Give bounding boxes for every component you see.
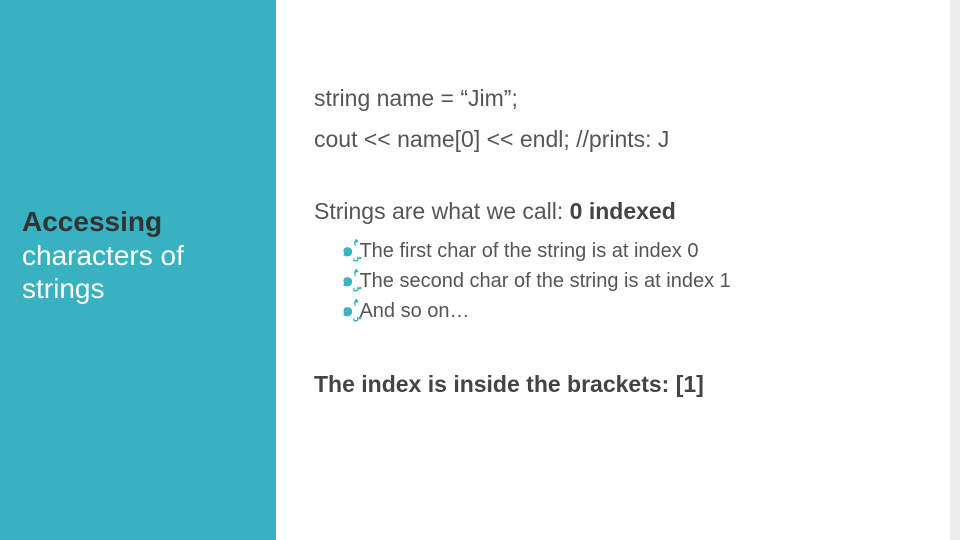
slide-title-line3: strings [22,273,104,304]
slide-title: Accessing characters of strings [22,205,262,306]
heading-line: Strings are what we call: 0 indexed [314,195,904,228]
list-item: ๑ۣۢ The second char of the string is at i… [342,266,904,296]
bullet-text: And so on… [359,300,469,322]
closing-line: The index is inside the brackets: [1] [314,368,904,401]
list-item: ๑ۣۢ The first char of the string is at in… [342,236,904,266]
code-line-2: cout << name[0] << endl; //prints: J [314,123,904,156]
link-bullet-icon: ๑ۣۢ [342,300,353,320]
list-item: ๑ۣۢ And so on… [342,296,904,326]
link-bullet-icon: ๑ۣۢ [342,240,353,260]
slide-title-bold: Accessing [22,206,162,237]
heading-bold: 0 indexed [570,198,676,224]
heading-pre: Strings are what we call: [314,198,570,224]
link-bullet-icon: ๑ۣۢ [342,270,353,290]
bullet-text: The second char of the string is at inde… [359,270,730,292]
spacer [314,165,904,195]
bullet-list: ๑ۣۢ The first char of the string is at in… [342,236,904,326]
sidebar-panel: Accessing characters of strings [0,0,276,540]
slide: Accessing characters of strings string n… [0,0,960,540]
bullet-text: The first char of the string is at index… [359,240,698,262]
slide-title-line2: characters of [22,240,184,271]
right-accent-bar [950,0,960,540]
code-line-1: string name = “Jim”; [314,82,904,115]
content-area: string name = “Jim”; cout << name[0] << … [314,82,904,409]
